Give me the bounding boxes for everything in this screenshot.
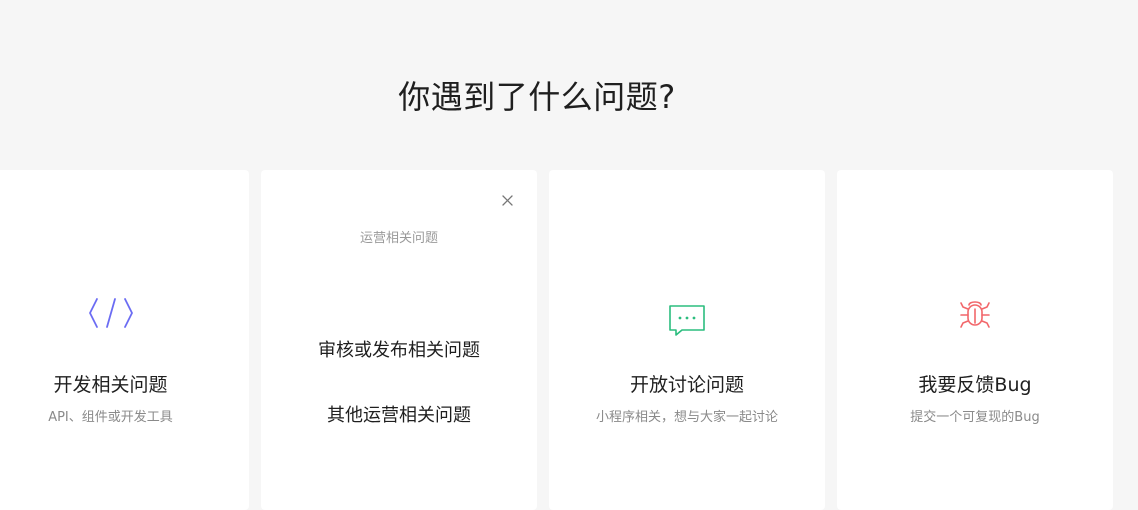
ops-header: 运营相关问题 bbox=[359, 231, 438, 246]
card-ops-issues: 运营相关问题 审核或发布相关问题 其他运营相关问题 bbox=[261, 170, 537, 510]
page-heading: 你遇到了什么问题? bbox=[398, 78, 676, 116]
card-dev-issues[interactable]: 开发相关问题 API、组件或开发工具 bbox=[0, 170, 249, 510]
bug-icon bbox=[958, 296, 992, 330]
card-title: 我要反馈Bug bbox=[918, 374, 1032, 396]
close-icon[interactable] bbox=[497, 190, 517, 210]
card-description: 提交一个可复现的Bug bbox=[910, 410, 1040, 425]
code-icon bbox=[87, 296, 135, 330]
card-description: API、组件或开发工具 bbox=[48, 410, 173, 425]
card-title: 开发相关问题 bbox=[53, 374, 168, 396]
card-title: 开放讨论问题 bbox=[629, 374, 744, 396]
chat-icon bbox=[667, 303, 707, 337]
other-ops-option[interactable]: 其他运营相关问题 bbox=[261, 401, 537, 427]
review-publish-option[interactable]: 审核或发布相关问题 bbox=[261, 336, 537, 362]
card-description: 小程序相关，想与大家一起讨论 bbox=[595, 410, 778, 425]
card-open-discussion[interactable]: 开放讨论问题 小程序相关，想与大家一起讨论 bbox=[549, 170, 825, 510]
card-report-bug[interactable]: 我要反馈Bug 提交一个可复现的Bug bbox=[837, 170, 1113, 510]
